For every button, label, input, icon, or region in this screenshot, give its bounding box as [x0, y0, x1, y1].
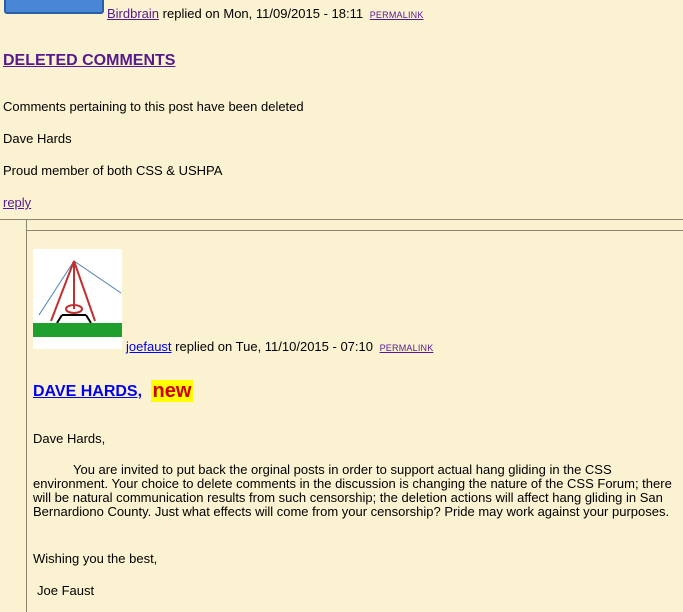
- comment-signature: Joe Faust: [37, 583, 95, 598]
- nested-thread-border: [26, 220, 27, 612]
- signature-line: Proud member of both CSS & USHPA: [3, 163, 223, 178]
- comment-title: DAVE HARDS, new: [33, 380, 194, 402]
- user-avatar-birdbrain[interactable]: [4, 0, 104, 14]
- replied-date: replied on Mon, 11/09/2015 - 18:11: [162, 6, 364, 21]
- user-avatar-joefaust[interactable]: [33, 249, 122, 349]
- comment-body: You are invited to put back the orginal …: [33, 462, 672, 519]
- comment-byline: joefaust replied on Tue, 11/10/2015 - 07…: [126, 339, 433, 354]
- hang-glider-icon: [33, 249, 122, 349]
- permalink-link[interactable]: PERMALINK: [380, 343, 434, 353]
- replied-date: replied on Tue, 11/10/2015 - 07:10: [175, 339, 373, 354]
- comment-greeting: Dave Hards,: [33, 431, 106, 446]
- nested-thread-top-border: [26, 230, 683, 231]
- comment-closing: Wishing you the best,: [33, 551, 158, 566]
- permalink-link[interactable]: PERMALINK: [370, 10, 424, 20]
- comment-body: Comments pertaining to this post have be…: [3, 99, 304, 114]
- comment-title[interactable]: DELETED COMMENTS: [3, 52, 175, 70]
- author-link[interactable]: Birdbrain: [107, 6, 159, 21]
- divider: [0, 219, 683, 220]
- reply-link[interactable]: reply: [3, 195, 31, 210]
- author-link[interactable]: joefaust: [126, 339, 172, 354]
- comment-byline: Birdbrain replied on Mon, 11/09/2015 - 1…: [107, 6, 424, 21]
- new-badge: new: [150, 380, 194, 402]
- signature-name: Dave Hards: [3, 131, 72, 146]
- comment-title-link[interactable]: DAVE HARDS,: [33, 383, 142, 400]
